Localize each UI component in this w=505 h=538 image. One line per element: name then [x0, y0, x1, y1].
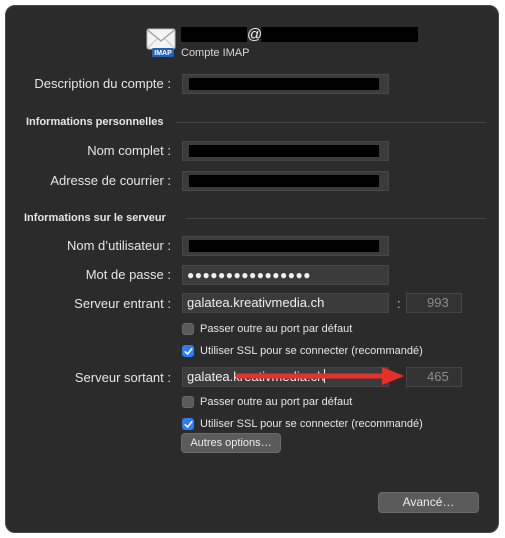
redacted-username-value — [189, 240, 379, 252]
outgoing-ssl-label: Utiliser SSL pour se connecter (recomman… — [200, 418, 423, 430]
imap-badge-text: IMAP — [154, 50, 172, 57]
outgoing-default-port-label: Passer outre au port par défaut — [200, 396, 353, 408]
outgoing-ssl-option[interactable]: Utiliser SSL pour se connecter (recomman… — [182, 417, 462, 431]
outgoing-default-port-checkbox[interactable] — [182, 396, 194, 408]
description-label: Description du compte : — [34, 76, 171, 91]
more-options-button[interactable]: Autres options… — [181, 433, 281, 453]
advanced-button[interactable]: Avancé… — [378, 492, 479, 513]
full-name-field[interactable] — [182, 141, 389, 161]
mail-envelope-icon: IMAP — [146, 26, 176, 60]
account-settings-window: IMAP @ Compte IMAP Description du compte… — [5, 5, 499, 533]
password-label: Mot de passe : — [85, 267, 171, 282]
redacted-description-value — [189, 78, 379, 90]
redacted-email-value — [189, 175, 379, 187]
personal-info-section-title: Informations personnelles — [26, 116, 164, 128]
incoming-default-port-option[interactable]: Passer outre au port par défaut — [182, 322, 422, 336]
email-address-field[interactable] — [182, 171, 389, 191]
username-label: Nom d’utilisateur : — [66, 238, 171, 253]
separator-server — [186, 218, 486, 219]
redacted-account-domain — [261, 27, 418, 42]
incoming-port-field[interactable]: 993 — [406, 293, 462, 313]
separator-personal — [176, 122, 486, 123]
outgoing-server-field[interactable]: galatea.kreativmedia.ch — [182, 367, 389, 387]
incoming-default-port-checkbox[interactable] — [182, 323, 194, 335]
incoming-server-label: Serveur entrant : — [74, 296, 171, 311]
incoming-server-field[interactable]: galatea.kreativmedia.ch — [182, 293, 389, 313]
incoming-default-port-label: Passer outre au port par défaut — [200, 323, 353, 335]
incoming-ssl-label: Utiliser SSL pour se connecter (recomman… — [200, 345, 423, 357]
outgoing-server-label: Serveur sortant : — [74, 370, 171, 385]
description-field[interactable] — [182, 74, 389, 94]
server-info-section-title: Informations sur le serveur — [24, 212, 166, 224]
full-name-label: Nom complet : — [87, 143, 171, 158]
incoming-port-separator: : — [397, 296, 401, 311]
outgoing-default-port-option[interactable]: Passer outre au port par défaut — [182, 395, 422, 409]
outgoing-port-field[interactable]: 465 — [406, 367, 462, 387]
redacted-account-name — [181, 27, 247, 42]
outgoing-ssl-checkbox[interactable] — [182, 418, 194, 430]
incoming-ssl-checkbox[interactable] — [182, 345, 194, 357]
email-address-label: Adresse de courrier : — [50, 173, 171, 188]
password-field[interactable]: ●●●●●●●●●●●●●●●● — [182, 265, 389, 285]
checkmark-icon — [184, 420, 193, 428]
text-cursor — [324, 369, 326, 383]
redacted-full-name-value — [189, 145, 379, 157]
outgoing-server-value: galatea.kreativmedia.ch — [187, 369, 325, 384]
username-field[interactable] — [182, 236, 389, 256]
incoming-ssl-option[interactable]: Utiliser SSL pour se connecter (recomman… — [182, 344, 462, 358]
checkmark-icon — [184, 347, 193, 355]
email-at-sign: @ — [247, 26, 263, 43]
account-type-label: Compte IMAP — [181, 47, 250, 59]
